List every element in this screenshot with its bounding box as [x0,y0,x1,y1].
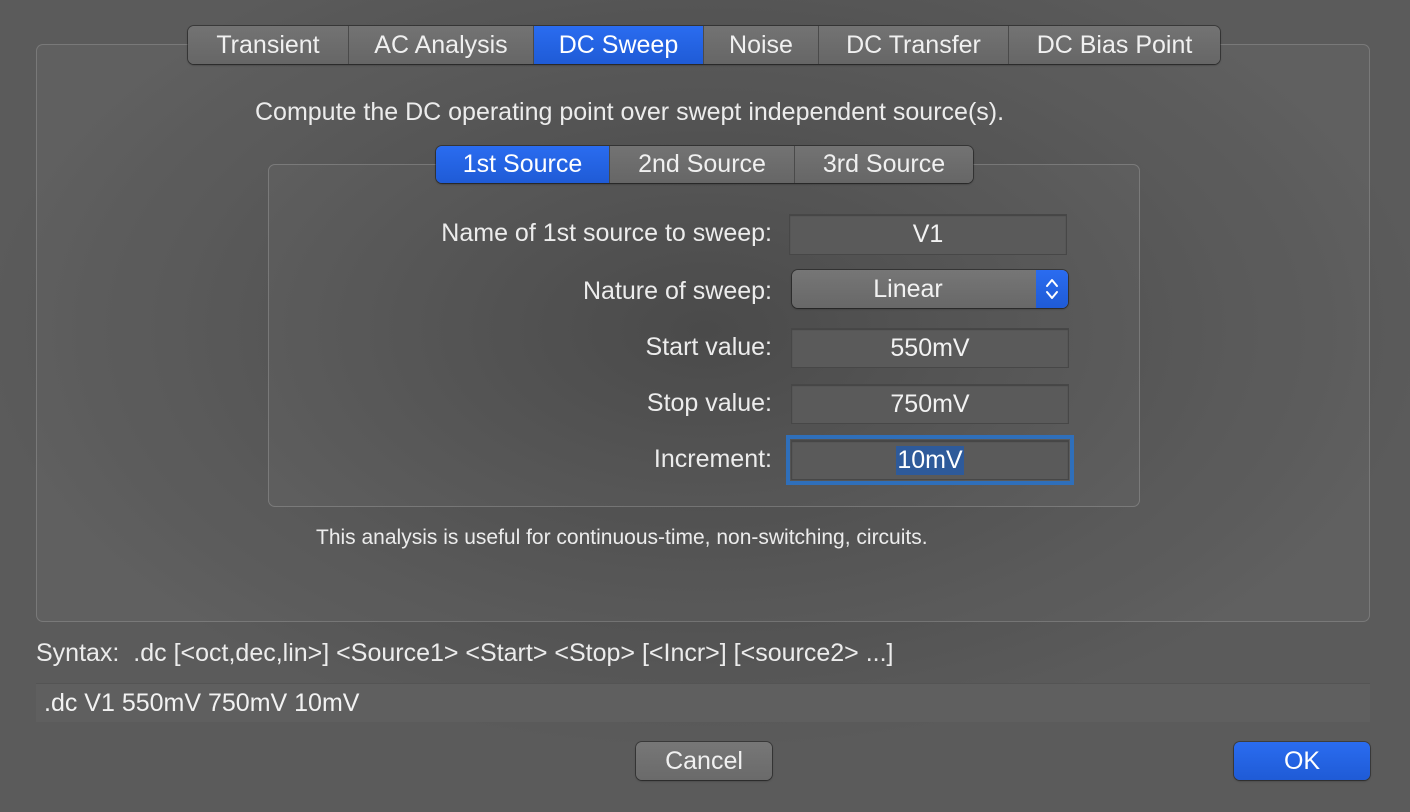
syntax-label: Syntax: [36,639,120,667]
source-name-field[interactable]: V1 [789,214,1067,255]
analysis-tabs: Transient AC Analysis DC Sweep Noise DC … [188,26,1220,64]
stop-value-label: Stop value: [646,389,772,417]
source-name-value: V1 [912,220,944,248]
syntax-text: .dc [<oct,dec,lin>] <Source1> <Start> <S… [133,639,894,667]
nature-of-sweep-value: Linear [873,274,943,303]
tab-dc-bias-point[interactable]: DC Bias Point [1009,26,1220,64]
tab-2nd-source[interactable]: 2nd Source [610,146,795,183]
increment-label: Increment: [653,445,772,473]
nature-of-sweep-label: Nature of sweep: [583,277,772,305]
up-down-arrows-icon [1036,270,1068,308]
stop-value-field[interactable]: 750mV [791,384,1069,424]
spice-command-text: .dc V1 550mV 750mV 10mV [44,688,360,717]
tab-3rd-source[interactable]: 3rd Source [795,146,973,183]
stop-value: 750mV [890,389,970,418]
tab-dc-sweep[interactable]: DC Sweep [534,26,704,64]
start-value-field[interactable]: 550mV [791,328,1069,368]
source-tabs: 1st Source 2nd Source 3rd Source [436,146,973,183]
increment-value: 10mV [896,445,964,475]
source-name-label: Name of 1st source to sweep: [441,219,772,247]
increment-field[interactable]: 10mV [786,435,1074,485]
tab-transient[interactable]: Transient [188,26,349,64]
tab-noise[interactable]: Noise [704,26,819,64]
cancel-button[interactable]: Cancel [636,742,772,780]
tab-1st-source[interactable]: 1st Source [436,146,610,183]
spice-command-field[interactable]: .dc V1 550mV 750mV 10mV [36,683,1370,722]
tab-dc-transfer[interactable]: DC Transfer [819,26,1009,64]
tab-ac-analysis[interactable]: AC Analysis [349,26,534,64]
start-value-label: Start value: [645,333,772,361]
nature-of-sweep-select[interactable]: Linear [792,270,1068,308]
start-value: 550mV [890,333,970,362]
syntax-line: Syntax: .dc [<oct,dec,lin>] <Source1> <S… [36,639,893,668]
ok-button[interactable]: OK [1234,742,1370,780]
analysis-description: Compute the DC operating point over swep… [255,98,1005,126]
analysis-note: This analysis is useful for continuous-t… [316,526,928,549]
